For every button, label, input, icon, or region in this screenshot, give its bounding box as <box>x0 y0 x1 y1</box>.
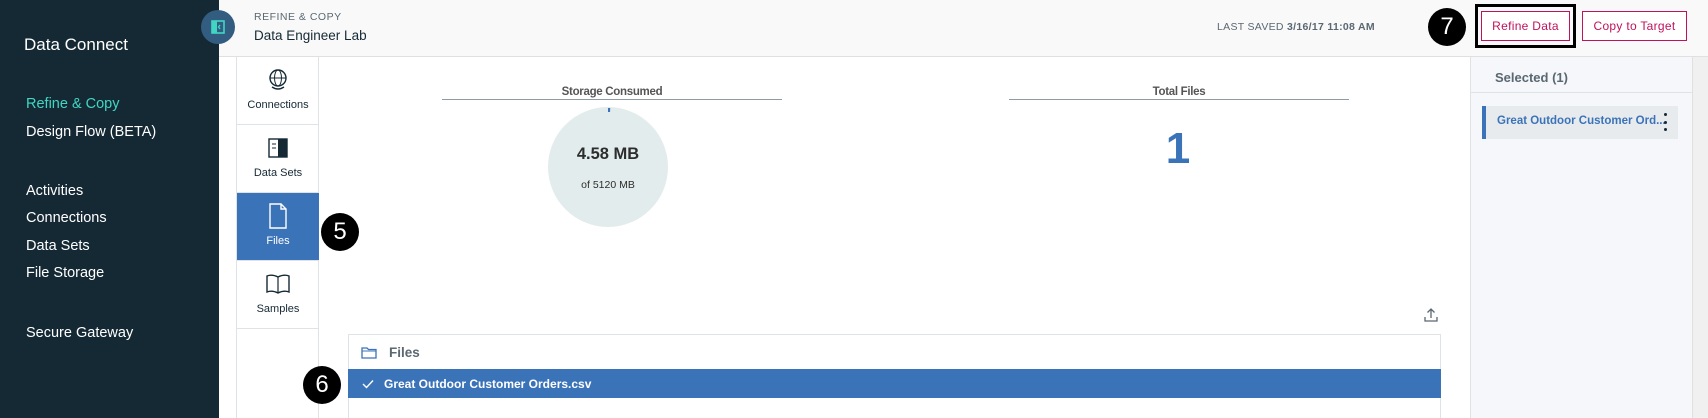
file-name: Great Outdoor Customer Orders.csv <box>384 376 592 391</box>
file-row[interactable]: Great Outdoor Customer Orders.csv <box>348 369 1441 398</box>
page-title: Data Engineer Lab <box>254 28 367 43</box>
storage-value: 4.58 MB <box>576 145 640 163</box>
book-icon <box>268 138 288 158</box>
last-saved-value: 3/16/17 11:08 AM <box>1287 21 1375 33</box>
breadcrumb[interactable]: REFINE & COPY <box>254 11 342 23</box>
checkmark-icon <box>362 379 374 389</box>
last-saved-text: LAST SAVED 3/16/17 11:08 AM <box>1217 21 1375 33</box>
tab-files[interactable]: Files <box>237 193 319 261</box>
sidebar-item-activities[interactable]: Activities <box>26 183 83 199</box>
source-tabs: Connections Data Sets Files Samples <box>236 57 319 418</box>
tab-data-sets[interactable]: Data Sets <box>237 125 319 193</box>
divider <box>442 99 782 100</box>
total-files-count: 1 <box>1165 124 1191 173</box>
storage-usage-arc <box>607 108 611 113</box>
callout-6: 6 <box>303 366 341 404</box>
selected-item[interactable]: Great Outdoor Customer Ord... <box>1482 106 1678 139</box>
tab-samples[interactable]: Samples <box>237 261 319 329</box>
tab-label: Data Sets <box>253 167 303 179</box>
tab-connections[interactable]: Connections <box>237 57 319 125</box>
sidebar-toggle-button[interactable] <box>201 10 235 44</box>
app-root: Data Connect Refine & Copy Design Flow (… <box>0 0 1708 418</box>
globe-icon <box>269 69 287 90</box>
last-saved-label: LAST SAVED <box>1217 21 1284 33</box>
sidebar-item-secure-gateway[interactable]: Secure Gateway <box>26 325 133 341</box>
upload-icon <box>1424 308 1438 322</box>
scrollbar[interactable] <box>1692 57 1708 418</box>
collapse-icon <box>211 20 225 34</box>
copy-to-target-button[interactable]: Copy to Target <box>1582 11 1687 41</box>
refine-data-button[interactable]: Refine Data <box>1481 11 1570 41</box>
open-book-icon <box>266 274 290 294</box>
overflow-menu-icon[interactable] <box>1660 113 1670 131</box>
sidebar-item-data-sets[interactable]: Data Sets <box>26 238 90 254</box>
folder-icon <box>361 347 377 359</box>
tab-label: Samples <box>256 303 300 315</box>
app-name: Data Connect <box>24 35 128 54</box>
tab-label: Files <box>266 235 290 247</box>
total-files-title: Total Files <box>1152 86 1206 98</box>
tab-label: Connections <box>247 99 309 111</box>
files-folder-header[interactable]: Files <box>361 345 420 360</box>
callout-7: 7 <box>1428 8 1466 46</box>
document-icon <box>269 203 287 229</box>
upload-button[interactable] <box>1423 307 1439 328</box>
sidebar: Data Connect Refine & Copy Design Flow (… <box>0 0 219 418</box>
storage-capacity: of 5120 MB <box>581 179 635 191</box>
sidebar-item-file-storage[interactable]: File Storage <box>26 265 104 281</box>
files-heading: Files <box>389 345 420 360</box>
selected-item-name: Great Outdoor Customer Ord... <box>1497 115 1666 127</box>
selected-title: Selected (1) <box>1495 70 1568 85</box>
sidebar-item-design-flow[interactable]: Design Flow (BETA) <box>26 124 156 140</box>
sidebar-item-connections[interactable]: Connections <box>26 210 107 226</box>
storage-consumed-title: Storage Consumed <box>561 86 663 98</box>
sidebar-item-refine-copy[interactable]: Refine & Copy <box>26 96 120 112</box>
divider <box>1009 99 1349 100</box>
callout-5: 5 <box>321 213 359 251</box>
